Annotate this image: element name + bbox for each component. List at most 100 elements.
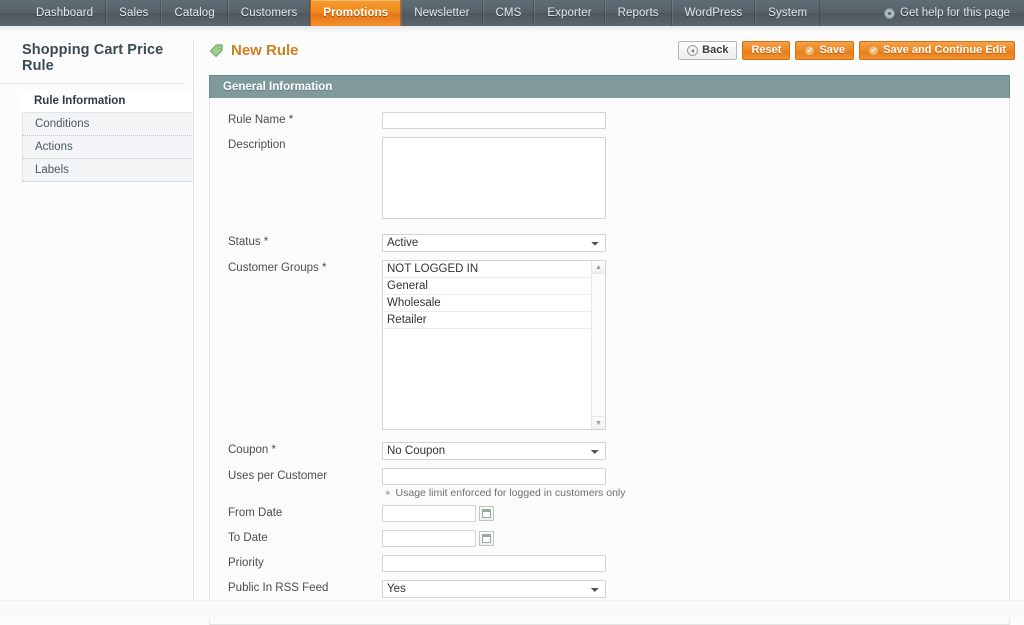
sidebar-item-label: Actions bbox=[35, 141, 73, 153]
get-help-link[interactable]: Get help for this page bbox=[874, 0, 1024, 26]
field-row-coupon: Coupon * No Coupon bbox=[210, 442, 1009, 460]
field-row-uses-per-customer: Uses per Customer ✶ Usage limit enforced… bbox=[210, 468, 1009, 499]
sidebar-item-actions[interactable]: Actions bbox=[22, 136, 194, 159]
rule-name-control bbox=[382, 112, 1009, 129]
coupon-control: No Coupon bbox=[382, 442, 1009, 460]
page-action-buttons: Back Reset Save Save and Continue Edit bbox=[678, 38, 1015, 60]
scroll-up-icon[interactable]: ▲ bbox=[592, 261, 605, 274]
nav-item-customers[interactable]: Customers bbox=[228, 0, 311, 26]
back-button-label: Back bbox=[702, 45, 728, 56]
footer-strip bbox=[0, 600, 1024, 619]
top-navigation-bar: Dashboard Sales Catalog Customers Promot… bbox=[0, 0, 1024, 26]
rule-name-input[interactable] bbox=[382, 112, 606, 129]
general-information-panel: General Information Rule Name * Descript… bbox=[209, 75, 1010, 625]
customer-groups-label: Customer Groups * bbox=[210, 260, 382, 274]
sidebar-item-conditions[interactable]: Conditions bbox=[22, 113, 194, 136]
uses-per-customer-note: ✶ Usage limit enforced for logged in cus… bbox=[382, 485, 1009, 499]
coupon-select[interactable]: No Coupon bbox=[382, 442, 606, 460]
sidebar-item-label: Rule Information bbox=[34, 95, 125, 107]
nav-label: Newsletter bbox=[414, 7, 469, 19]
field-row-public-in-rss-feed: Public In RSS Feed Yes bbox=[210, 580, 1009, 598]
field-row-from-date: From Date bbox=[210, 505, 1009, 522]
field-row-description: Description bbox=[210, 137, 1009, 222]
nav-item-catalog[interactable]: Catalog bbox=[161, 0, 227, 26]
nav-item-promotions[interactable]: Promotions bbox=[310, 0, 401, 26]
customer-groups-multiselect[interactable]: NOT LOGGED IN General Wholesale Retailer… bbox=[382, 260, 606, 430]
status-select[interactable]: Active bbox=[382, 234, 606, 252]
nav-item-reports[interactable]: Reports bbox=[605, 0, 672, 26]
nav-label: CMS bbox=[496, 7, 522, 19]
field-row-priority: Priority bbox=[210, 555, 1009, 572]
status-control: Active bbox=[382, 234, 1009, 252]
nav-label: Sales bbox=[119, 7, 148, 19]
rule-tab-list: Rule Information Conditions Actions Labe… bbox=[22, 90, 194, 182]
customer-group-option[interactable]: General bbox=[383, 278, 591, 295]
customer-group-option[interactable]: Retailer bbox=[383, 312, 591, 329]
field-row-to-date: To Date bbox=[210, 530, 1009, 547]
uses-per-customer-label: Uses per Customer bbox=[210, 468, 382, 482]
sidebar-title: Shopping Cart Price Rule bbox=[0, 36, 184, 84]
from-date-label: From Date bbox=[210, 505, 382, 519]
nav-item-cms[interactable]: CMS bbox=[483, 0, 535, 26]
nav-item-sales[interactable]: Sales bbox=[106, 0, 161, 26]
rule-name-label: Rule Name * bbox=[210, 112, 382, 126]
nav-label: Catalog bbox=[174, 7, 214, 19]
reset-button[interactable]: Reset bbox=[742, 41, 790, 60]
save-and-continue-edit-button[interactable]: Save and Continue Edit bbox=[859, 41, 1015, 60]
price-tag-icon bbox=[209, 43, 224, 58]
to-date-input[interactable] bbox=[382, 530, 476, 547]
save-button-label: Save bbox=[819, 45, 845, 56]
customer-groups-control: NOT LOGGED IN General Wholesale Retailer… bbox=[382, 260, 1009, 430]
help-icon bbox=[884, 8, 895, 19]
description-label: Description bbox=[210, 137, 382, 151]
sidebar-item-label: Conditions bbox=[35, 118, 89, 130]
nav-item-exporter[interactable]: Exporter bbox=[534, 0, 604, 26]
left-sidebar: Shopping Cart Price Rule Rule Informatio… bbox=[0, 36, 194, 600]
back-button[interactable]: Back bbox=[678, 41, 737, 60]
to-date-control bbox=[382, 530, 1009, 547]
sidebar-item-rule-information[interactable]: Rule Information bbox=[22, 90, 194, 113]
public-in-rss-label: Public In RSS Feed bbox=[210, 580, 382, 594]
nav-item-dashboard[interactable]: Dashboard bbox=[24, 0, 106, 26]
nav-item-wordpress[interactable]: WordPress bbox=[672, 0, 756, 26]
priority-input[interactable] bbox=[382, 555, 606, 572]
scroll-down-icon[interactable]: ▼ bbox=[592, 416, 605, 429]
main-menu: Dashboard Sales Catalog Customers Promot… bbox=[24, 0, 820, 26]
nav-item-newsletter[interactable]: Newsletter bbox=[401, 0, 482, 26]
public-in-rss-control: Yes bbox=[382, 580, 1009, 598]
public-in-rss-select[interactable]: Yes bbox=[382, 580, 606, 598]
calendar-icon[interactable] bbox=[479, 506, 494, 521]
priority-label: Priority bbox=[210, 555, 382, 569]
check-icon bbox=[804, 45, 815, 56]
field-row-customer-groups: Customer Groups * NOT LOGGED IN General … bbox=[210, 260, 1009, 430]
customer-group-option[interactable]: NOT LOGGED IN bbox=[383, 261, 591, 278]
nav-item-system[interactable]: System bbox=[755, 0, 820, 26]
sidebar-item-labels[interactable]: Labels bbox=[22, 159, 194, 182]
save-and-continue-label: Save and Continue Edit bbox=[883, 45, 1006, 56]
from-date-input[interactable] bbox=[382, 505, 476, 522]
panel-body: Rule Name * Description Status * Active bbox=[209, 98, 1010, 625]
help-label: Get help for this page bbox=[900, 7, 1010, 19]
sidebar-divider bbox=[193, 40, 194, 600]
uses-per-customer-input[interactable] bbox=[382, 468, 606, 485]
priority-control bbox=[382, 555, 1009, 572]
page-header: New Rule Back Reset Save Save and Contin… bbox=[209, 38, 1015, 68]
description-control bbox=[382, 137, 1009, 222]
calendar-icon[interactable] bbox=[479, 531, 494, 546]
nav-label: Reports bbox=[618, 7, 659, 19]
customer-group-option[interactable]: Wholesale bbox=[383, 295, 591, 312]
page-title: New Rule bbox=[209, 38, 299, 59]
save-button[interactable]: Save bbox=[795, 41, 854, 60]
customer-groups-scrollbar[interactable]: ▲ ▼ bbox=[591, 261, 605, 429]
nav-label: WordPress bbox=[685, 7, 743, 19]
note-text: Usage limit enforced for logged in custo… bbox=[396, 487, 626, 499]
field-row-rule-name: Rule Name * bbox=[210, 112, 1009, 129]
sidebar-item-label: Labels bbox=[35, 164, 69, 176]
from-date-control bbox=[382, 505, 1009, 522]
nav-label: Dashboard bbox=[36, 7, 93, 19]
nav-label: Exporter bbox=[547, 7, 591, 19]
status-label: Status * bbox=[210, 234, 382, 248]
description-textarea[interactable] bbox=[382, 137, 606, 219]
uses-per-customer-control: ✶ Usage limit enforced for logged in cus… bbox=[382, 468, 1009, 499]
nav-label: System bbox=[768, 7, 807, 19]
